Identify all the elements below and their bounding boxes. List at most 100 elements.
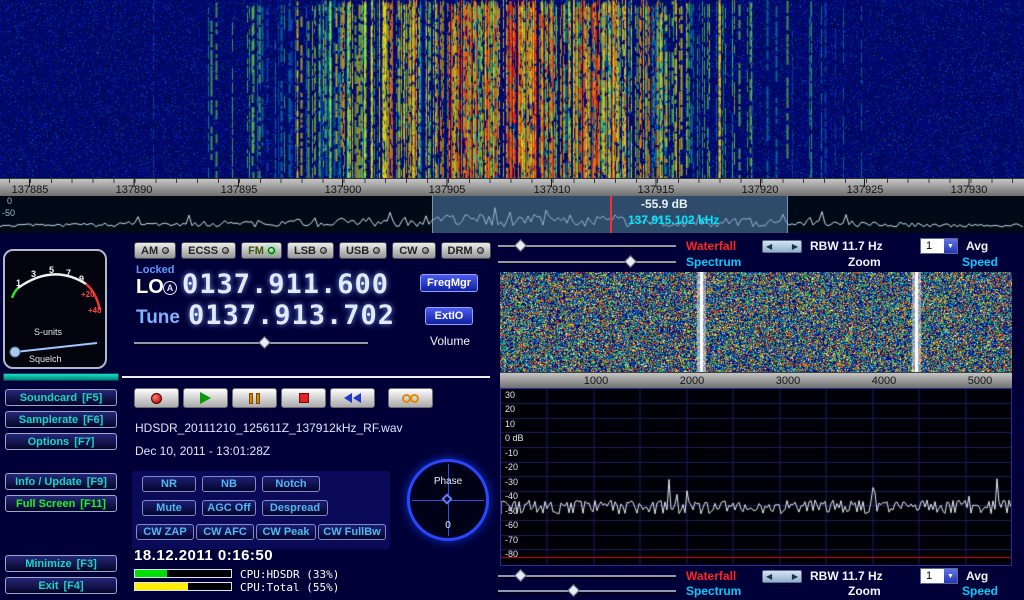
soundcard-button[interactable]: Soundcard [F5]	[5, 389, 117, 406]
pan-left-arrow[interactable]: ◀	[766, 573, 772, 581]
spectrum-gain-slider-bottom[interactable]	[498, 585, 676, 597]
locked-indicator: Locked	[136, 264, 175, 276]
cw-afc-button[interactable]: CW AFC	[196, 524, 254, 540]
mode-label: AM	[141, 245, 158, 257]
pause-button[interactable]	[232, 388, 277, 408]
cw-zap-button[interactable]: CW ZAP	[136, 524, 194, 540]
mode-led	[422, 247, 429, 254]
record-button[interactable]	[134, 388, 179, 408]
s-units-label: S-units	[34, 327, 62, 337]
tune-frequency-display[interactable]: 0137.913.702	[188, 300, 395, 331]
mode-drm-button[interactable]: DRM	[441, 242, 491, 259]
button-hotkey: [F7]	[74, 436, 94, 448]
play-button[interactable]	[183, 388, 228, 408]
db-tick-label: -30	[505, 477, 518, 487]
main-spectrum-strip[interactable]: 0 -50 -55.9 dB 137.915.102 kHz	[0, 196, 1024, 233]
db-tick-label: -20	[505, 462, 518, 472]
mode-label: FM	[248, 245, 264, 257]
meter-tick: 5	[49, 265, 54, 275]
play-icon	[200, 392, 211, 404]
waterfall-tab-bottom[interactable]: Waterfall	[686, 569, 736, 583]
cw-peak-button[interactable]: CW Peak	[256, 524, 316, 540]
button-label: NB	[221, 478, 237, 490]
pan-scrollbar-bottom[interactable]: ◀ ▶	[762, 570, 802, 583]
cursor-frequency-readout: 137.915.102 kHz	[628, 213, 719, 227]
slider-groove	[498, 590, 676, 592]
loop-button[interactable]	[388, 388, 433, 408]
mode-label: USB	[346, 245, 369, 257]
pan-scrollbar[interactable]: ◀ ▶	[762, 240, 802, 253]
nr-button[interactable]: NR	[142, 476, 196, 492]
pan-right-arrow[interactable]: ▶	[792, 573, 798, 581]
mute-button[interactable]: Mute	[142, 500, 196, 516]
pan-left-arrow[interactable]: ◀	[766, 243, 772, 251]
af-waterfall[interactable]	[500, 272, 1012, 372]
mode-led	[373, 247, 380, 254]
options-button[interactable]: Options [F7]	[5, 433, 117, 450]
main-waterfall[interactable]	[0, 0, 1024, 178]
mode-am-button[interactable]: AM	[134, 242, 176, 259]
mode-usb-button[interactable]: USB	[339, 242, 387, 259]
button-label: CW Peak	[262, 526, 309, 538]
frequency-scale[interactable]: 137885 137890 137895 137900 137905 13791…	[0, 178, 1024, 196]
mode-fm-button[interactable]: FM	[241, 242, 282, 259]
phase-center-marker	[441, 493, 452, 504]
samplerate-button[interactable]: Samplerate [F6]	[5, 411, 117, 428]
nb-button[interactable]: NB	[202, 476, 256, 492]
spectrum-gain-slider[interactable]	[498, 256, 676, 268]
agc-off-button[interactable]: AGC Off	[202, 500, 256, 516]
waterfall-contrast-slider-bottom[interactable]	[498, 570, 676, 582]
rewind-button[interactable]	[330, 388, 375, 408]
avg-select-bottom[interactable]: 1 ▼	[920, 568, 958, 584]
db-tick-label: -40	[505, 491, 518, 501]
fullscreen-button[interactable]: Full Screen [F11]	[5, 495, 117, 512]
freq-tick-label: 137885	[12, 184, 49, 196]
slider-thumb[interactable]	[258, 336, 271, 349]
af-frequency-scale[interactable]: 1000 2000 3000 4000 5000	[500, 372, 1012, 388]
slider-thumb[interactable]	[567, 584, 580, 597]
notch-button[interactable]: Notch	[262, 476, 320, 492]
playback-file-date: Dec 10, 2011 - 13:01:28Z	[135, 444, 270, 458]
mode-ecss-button[interactable]: ECSS	[181, 242, 236, 259]
lo-frequency-display[interactable]: 0137.911.600	[182, 269, 389, 300]
button-hotkey: [F11]	[80, 498, 106, 510]
tune-cursor-line	[610, 196, 612, 233]
af-spectrum[interactable]: 30 20 10 0 dB -10 -20 -30 -40 -50 -60 -7…	[500, 388, 1012, 566]
slider-thumb[interactable]	[624, 255, 637, 268]
waterfall-contrast-slider[interactable]	[498, 240, 676, 252]
freq-tick-label: 137900	[325, 184, 362, 196]
phase-dial[interactable]: Phase 0	[407, 459, 489, 541]
mode-label: CW	[399, 245, 417, 257]
pan-right-arrow[interactable]: ▶	[792, 243, 798, 251]
stop-button[interactable]	[281, 388, 326, 408]
meter-tick: 9	[79, 274, 84, 284]
slider-thumb[interactable]	[514, 569, 527, 582]
button-label: NR	[161, 478, 177, 490]
waterfall-tab[interactable]: Waterfall	[686, 239, 736, 253]
spectrum-tab[interactable]: Spectrum	[686, 255, 741, 269]
chevron-down-icon[interactable]: ▼	[944, 239, 957, 253]
mode-lsb-button[interactable]: LSB	[287, 242, 334, 259]
avg-select[interactable]: 1 ▼	[920, 238, 958, 254]
exit-button[interactable]: Exit [F4]	[5, 577, 117, 594]
button-label: Mute	[156, 502, 182, 514]
rbw-label-bottom: RBW 11.7 Hz	[810, 569, 883, 583]
freqmgr-button[interactable]: FreqMgr	[420, 274, 478, 292]
despread-button[interactable]: Despread	[262, 500, 328, 516]
extio-button[interactable]: ExtIO	[425, 307, 473, 325]
mode-cw-button[interactable]: CW	[392, 242, 435, 259]
meter-tick: 1	[16, 278, 21, 288]
auto-badge[interactable]: A	[163, 281, 177, 295]
db-tick-label: -60	[505, 520, 518, 530]
rewind-icon	[353, 393, 361, 403]
spectrum-tab-bottom[interactable]: Spectrum	[686, 584, 741, 598]
zoom-label-bottom: Zoom	[848, 584, 881, 598]
af-spectrum-canvas[interactable]	[501, 389, 1011, 565]
db-axis-label: -50	[2, 208, 15, 218]
cw-fullbw-button[interactable]: CW FullBw	[318, 524, 386, 540]
chevron-down-icon[interactable]: ▼	[944, 569, 957, 583]
minimize-button[interactable]: Minimize [F3]	[5, 555, 117, 572]
slider-thumb[interactable]	[514, 239, 527, 252]
info-update-button[interactable]: Info / Update [F9]	[5, 473, 117, 490]
volume-slider[interactable]	[134, 337, 368, 349]
